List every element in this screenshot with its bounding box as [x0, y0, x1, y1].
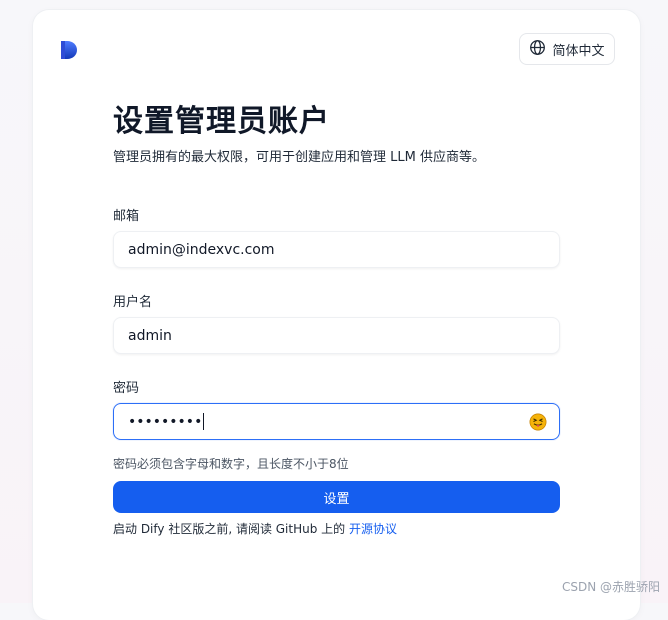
email-field[interactable]: admin@indexvc.com: [113, 231, 560, 268]
tongue-face-icon[interactable]: [529, 413, 547, 431]
password-label: 密码: [113, 377, 139, 396]
password-hint: 密码必须包含字母和数字，且长度不小于8位: [113, 455, 349, 472]
language-selector-button[interactable]: 简体中文: [519, 33, 615, 65]
setup-card: 简体中文 设置管理员账户 管理员拥有的最大权限，可用于创建应用和管理 LLM 供…: [33, 10, 640, 620]
username-field[interactable]: admin: [113, 317, 560, 354]
page-title: 设置管理员账户: [113, 96, 330, 140]
page-subtitle: 管理员拥有的最大权限，可用于创建应用和管理 LLM 供应商等。: [113, 146, 485, 165]
globe-icon: [529, 39, 546, 60]
username-value: admin: [128, 328, 172, 344]
username-label: 用户名: [113, 291, 152, 310]
text-caret: [203, 413, 204, 430]
terms-prefix: 启动 Dify 社区版之前, 请阅读 GitHub 上的: [113, 522, 349, 536]
setup-submit-button[interactable]: 设置: [113, 481, 560, 513]
password-field[interactable]: •••••••••: [113, 403, 560, 440]
terms-notice: 启动 Dify 社区版之前, 请阅读 GitHub 上的 开源协议: [113, 520, 397, 537]
watermark: CSDN @赤胜骄阳: [562, 578, 660, 595]
email-value: admin@indexvc.com: [128, 242, 275, 258]
language-label: 简体中文: [552, 40, 604, 59]
email-label: 邮箱: [113, 205, 139, 224]
license-link[interactable]: 开源协议: [349, 522, 397, 536]
dify-logo-icon: [59, 40, 79, 60]
password-value: •••••••••: [128, 414, 202, 430]
